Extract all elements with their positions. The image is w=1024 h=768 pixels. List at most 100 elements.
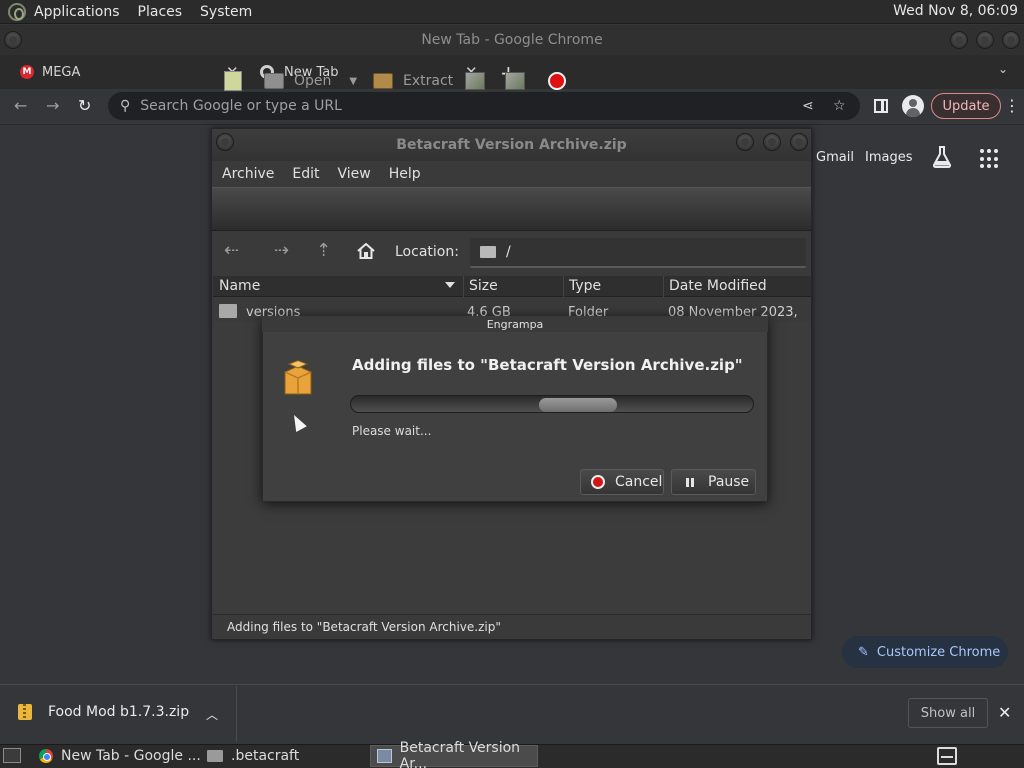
pencil-icon: ✎ xyxy=(858,644,869,660)
sort-descending-icon xyxy=(445,282,455,288)
zip-file-icon xyxy=(18,704,32,720)
add-folder-button[interactable] xyxy=(505,70,525,92)
customize-chrome-label: Customize Chrome xyxy=(876,644,1001,660)
profile-avatar-icon[interactable] xyxy=(902,95,924,117)
folder-icon xyxy=(207,750,223,762)
tab-mega[interactable]: M MEGA ✕ xyxy=(20,57,246,87)
menu-archive[interactable]: Archive xyxy=(222,166,274,182)
column-type[interactable]: Type xyxy=(569,278,601,294)
progress-pulse xyxy=(539,398,617,412)
open-button[interactable]: Open ▼ xyxy=(264,70,357,92)
show-desktop-icon[interactable] xyxy=(3,748,21,763)
menu-system[interactable]: System xyxy=(200,4,252,20)
archive-maximize-button[interactable] xyxy=(763,133,781,151)
archive-title-text: Betacraft Version Archive.zip xyxy=(396,137,627,153)
back-arrow-icon[interactable]: ⇠ xyxy=(224,240,239,261)
maximize-button[interactable] xyxy=(976,31,994,49)
chrome-window-title: New Tab - Google Chrome xyxy=(421,32,603,48)
omnibox-placeholder: Search Google or type a URL xyxy=(140,98,342,114)
share-icon[interactable]: ⋖ xyxy=(802,98,814,114)
close-download-shelf-icon[interactable]: ✕ xyxy=(998,703,1011,722)
search-icon: ⚲ xyxy=(120,98,131,114)
up-arrow-icon[interactable]: ⇡ xyxy=(316,240,331,261)
chrome-icon xyxy=(39,749,53,763)
add-files-icon xyxy=(465,72,485,90)
folder-icon xyxy=(480,246,496,258)
menu-help[interactable]: Help xyxy=(389,166,421,182)
archive-window-menu-button[interactable] xyxy=(216,133,234,151)
chrome-menu-kebab-icon[interactable]: ⋮ xyxy=(1004,96,1020,115)
download-item[interactable]: Food Mod b1.7.3.zip xyxy=(18,704,189,720)
stop-button[interactable] xyxy=(548,70,566,92)
panel-clock[interactable]: Wed Nov 8, 06:09 xyxy=(893,3,1018,19)
google-apps-grid-icon[interactable] xyxy=(980,149,1000,169)
cancel-button[interactable]: Cancel xyxy=(580,469,664,495)
column-name[interactable]: Name xyxy=(219,278,260,294)
dialog-heading: Adding files to "Betacraft Version Archi… xyxy=(352,356,743,374)
open-dropdown-icon[interactable]: ▼ xyxy=(349,76,357,87)
pause-label: Pause xyxy=(708,474,750,490)
chrome-title-bar: New Tab - Google Chrome xyxy=(0,25,1024,55)
back-arrow-icon[interactable]: ← xyxy=(14,96,27,115)
folder-icon xyxy=(219,304,237,318)
taskbar-item-betacraft[interactable]: .betacraft xyxy=(201,745,369,767)
omnibox[interactable]: ⚲ Search Google or type a URL xyxy=(108,92,860,120)
bookmark-star-icon[interactable]: ☆ xyxy=(833,98,846,114)
download-file-name: Food Mod b1.7.3.zip xyxy=(48,704,190,720)
customize-chrome-button[interactable]: ✎ Customize Chrome xyxy=(842,636,1008,668)
extract-icon xyxy=(373,73,393,89)
download-divider xyxy=(236,686,237,742)
taskbar-betacraft-label: .betacraft xyxy=(231,748,300,764)
minimize-button[interactable] xyxy=(950,31,968,49)
tab-mega-label: MEGA xyxy=(42,64,81,80)
show-all-button[interactable]: Show all xyxy=(908,698,988,728)
taskbar-archive-label: Betacraft Version Ar... xyxy=(399,740,521,768)
top-panel: Applications Places System Wed Nov 8, 06… xyxy=(0,0,1024,24)
archive-toolbar xyxy=(212,187,811,231)
taskbar-item-chrome[interactable]: New Tab - Google ... xyxy=(33,745,201,767)
forward-arrow-icon[interactable]: → xyxy=(46,96,59,115)
new-archive-button[interactable] xyxy=(224,70,250,92)
archive-window-title: Betacraft Version Archive.zip xyxy=(212,129,811,161)
menu-places[interactable]: Places xyxy=(138,4,183,20)
side-panel-icon[interactable] xyxy=(874,99,888,113)
workspace-switcher-icon[interactable] xyxy=(937,747,957,765)
archive-manager-icon xyxy=(377,749,392,763)
cancel-icon xyxy=(591,475,605,489)
add-folder-icon xyxy=(505,72,525,90)
column-date-modified[interactable]: Date Modified xyxy=(669,278,767,294)
column-size[interactable]: Size xyxy=(469,278,498,294)
location-label: Location: xyxy=(395,244,459,260)
menu-edit[interactable]: Edit xyxy=(292,166,319,182)
new-archive-icon xyxy=(224,71,242,91)
extract-label: Extract xyxy=(403,73,454,89)
pause-button[interactable]: Pause xyxy=(671,469,756,495)
menu-view[interactable]: View xyxy=(338,166,371,182)
file-list-header: Name Size Type Date Modified xyxy=(213,276,811,297)
package-icon xyxy=(284,360,312,395)
chevron-up-icon[interactable]: ︿ xyxy=(206,706,218,723)
location-field[interactable]: / xyxy=(470,238,806,268)
open-label: Open xyxy=(294,73,332,89)
close-window-button[interactable] xyxy=(1002,31,1020,49)
window-menu-button[interactable] xyxy=(4,31,22,49)
archive-minimize-button[interactable] xyxy=(736,133,754,151)
cancel-label: Cancel xyxy=(615,474,663,490)
extract-button[interactable]: Extract xyxy=(373,70,453,92)
menu-applications[interactable]: Applications xyxy=(34,4,120,20)
mega-icon: M xyxy=(20,65,34,79)
reload-icon[interactable]: ↻ xyxy=(78,96,91,115)
labs-flask-icon[interactable] xyxy=(932,146,952,168)
open-icon xyxy=(264,73,284,89)
tab-search-chevron-icon[interactable]: ⌄ xyxy=(998,62,1008,76)
gmail-link[interactable]: Gmail xyxy=(816,150,854,165)
taskbar-item-archive[interactable]: Betacraft Version Ar... xyxy=(370,740,538,768)
forward-arrow-icon[interactable]: ⇢ xyxy=(274,240,289,261)
distro-logo-icon[interactable] xyxy=(8,2,26,21)
home-icon[interactable] xyxy=(357,243,375,259)
add-files-button[interactable] xyxy=(465,70,485,92)
archive-close-button[interactable] xyxy=(790,133,808,151)
update-button[interactable]: Update xyxy=(931,93,1001,119)
images-link[interactable]: Images xyxy=(865,150,913,165)
please-wait-text: Please wait... xyxy=(352,424,432,438)
